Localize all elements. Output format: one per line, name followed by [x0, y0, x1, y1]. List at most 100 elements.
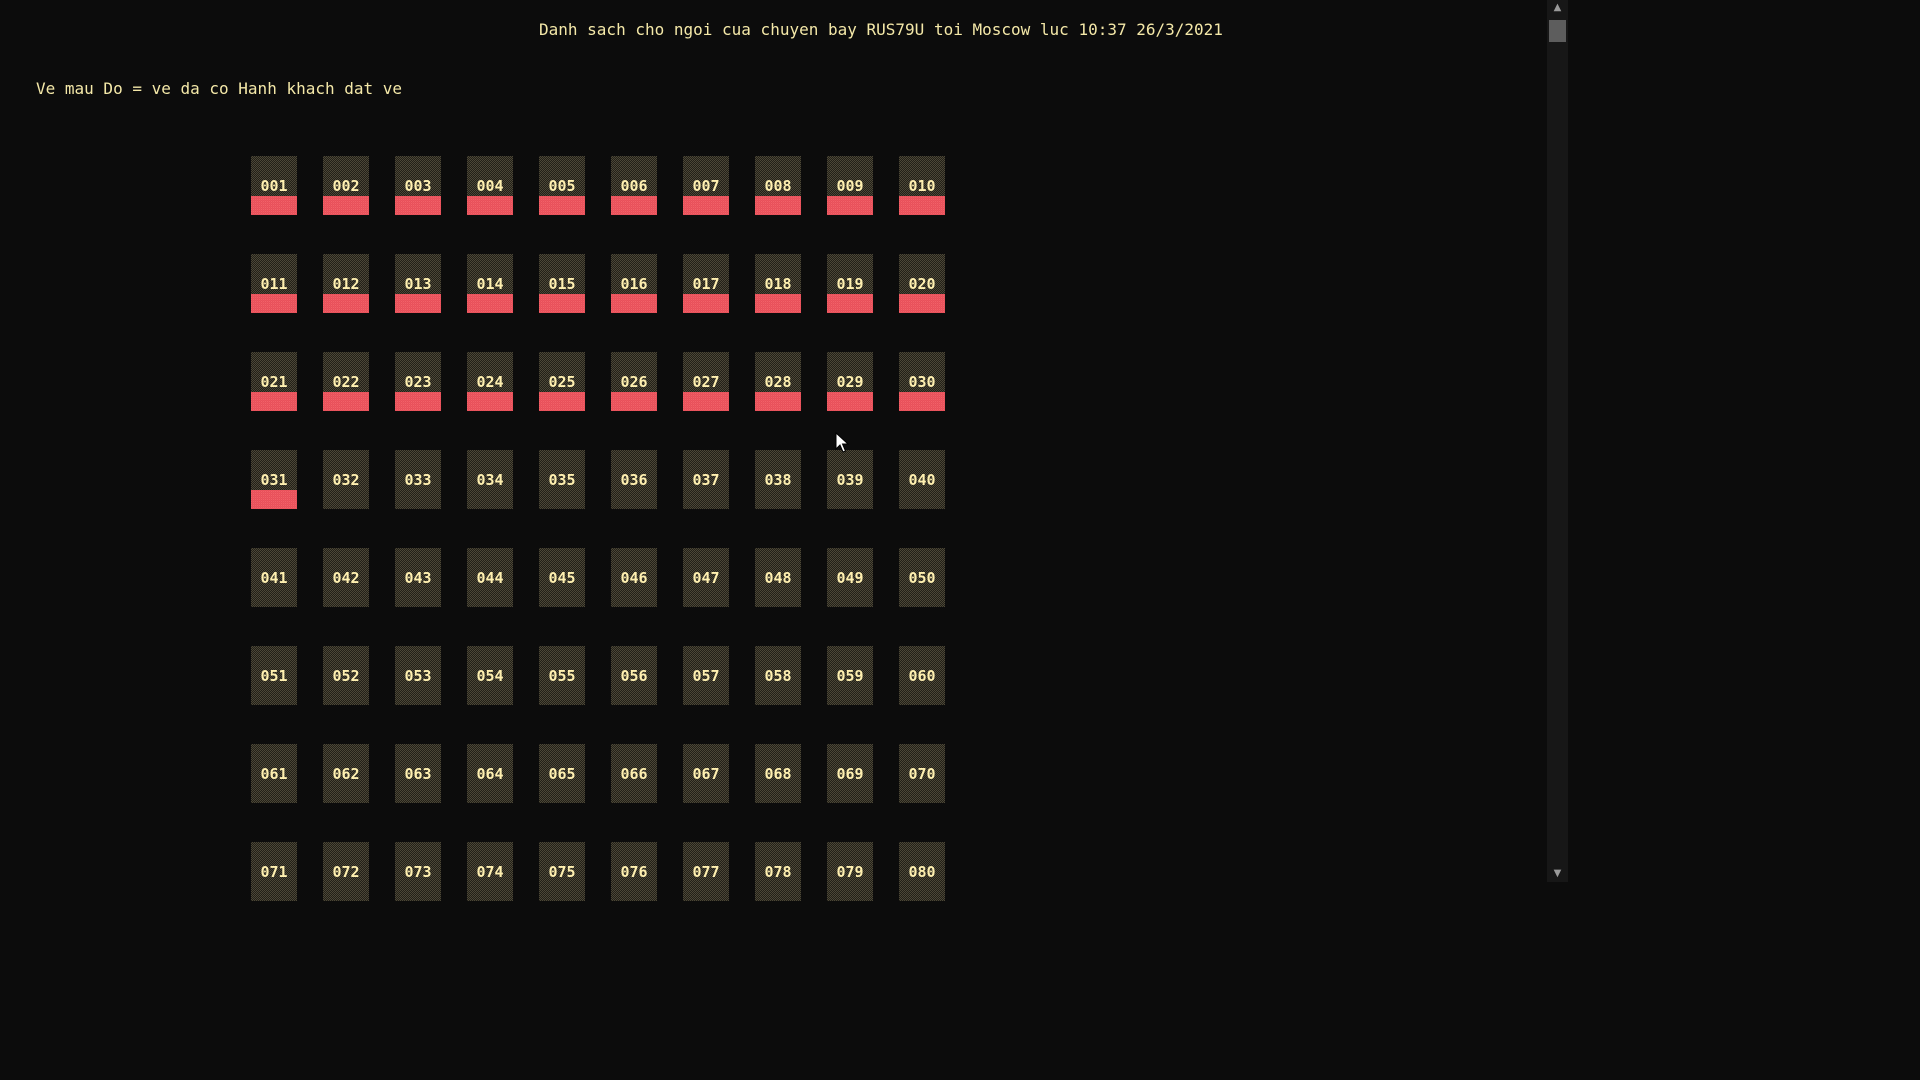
seat-031: 031 [251, 450, 297, 509]
seat-number: 041 [260, 569, 288, 587]
seat-number: 010 [908, 177, 936, 195]
booked-indicator [683, 196, 729, 215]
seat-number: 066 [620, 765, 648, 783]
seat-029: 029 [827, 352, 873, 411]
booked-indicator [899, 294, 945, 313]
seat-number: 055 [548, 667, 576, 685]
seat-018: 018 [755, 254, 801, 313]
seat-019: 019 [827, 254, 873, 313]
seat-035: 035 [539, 450, 585, 509]
seat-080: 080 [899, 842, 945, 901]
seat-032: 032 [323, 450, 369, 509]
seat-071: 071 [251, 842, 297, 901]
seat-number: 001 [260, 177, 288, 195]
seat-number: 030 [908, 373, 936, 391]
seat-014: 014 [467, 254, 513, 313]
seat-number: 057 [692, 667, 720, 685]
booked-indicator [827, 294, 873, 313]
seat-number: 028 [764, 373, 792, 391]
seat-number: 004 [476, 177, 504, 195]
seat-number: 077 [692, 863, 720, 881]
seat-number: 012 [332, 275, 360, 293]
seat-number: 018 [764, 275, 792, 293]
seat-number: 060 [908, 667, 936, 685]
booked-indicator [467, 294, 513, 313]
booked-indicator [827, 196, 873, 215]
seat-033: 033 [395, 450, 441, 509]
seat-number: 013 [404, 275, 432, 293]
booked-indicator [395, 294, 441, 313]
booked-indicator [683, 294, 729, 313]
seat-078: 078 [755, 842, 801, 901]
seat-004: 004 [467, 156, 513, 215]
seat-number: 011 [260, 275, 288, 293]
seat-number: 034 [476, 471, 504, 489]
seat-074: 074 [467, 842, 513, 901]
seat-number: 043 [404, 569, 432, 587]
seat-number: 026 [620, 373, 648, 391]
seat-number: 048 [764, 569, 792, 587]
seat-001: 001 [251, 156, 297, 215]
seat-003: 003 [395, 156, 441, 215]
seat-026: 026 [611, 352, 657, 411]
booked-indicator [755, 294, 801, 313]
booked-indicator [251, 294, 297, 313]
seat-038: 038 [755, 450, 801, 509]
seat-024: 024 [467, 352, 513, 411]
seat-number: 015 [548, 275, 576, 293]
seat-number: 070 [908, 765, 936, 783]
booked-indicator [323, 392, 369, 411]
seat-055: 055 [539, 646, 585, 705]
seat-number: 031 [260, 471, 288, 489]
seat-number: 024 [476, 373, 504, 391]
seat-number: 023 [404, 373, 432, 391]
booked-indicator [395, 392, 441, 411]
seat-027: 027 [683, 352, 729, 411]
scrollbar-thumb[interactable] [1549, 20, 1566, 42]
booked-indicator [251, 392, 297, 411]
seat-044: 044 [467, 548, 513, 607]
booked-indicator [539, 294, 585, 313]
seat-020: 020 [899, 254, 945, 313]
seat-number: 009 [836, 177, 864, 195]
seat-008: 008 [755, 156, 801, 215]
booked-indicator [899, 196, 945, 215]
seat-number: 047 [692, 569, 720, 587]
scroll-up-arrow-icon[interactable]: ▲ [1551, 0, 1564, 16]
seat-048: 048 [755, 548, 801, 607]
seat-number: 044 [476, 569, 504, 587]
seat-045: 045 [539, 548, 585, 607]
seat-009: 009 [827, 156, 873, 215]
seat-number: 069 [836, 765, 864, 783]
seat-number: 025 [548, 373, 576, 391]
booked-indicator [899, 392, 945, 411]
seat-010: 010 [899, 156, 945, 215]
booked-indicator [683, 392, 729, 411]
seat-006: 006 [611, 156, 657, 215]
scroll-down-arrow-icon[interactable]: ▼ [1551, 866, 1564, 882]
vertical-scrollbar[interactable]: ▲ ▼ [1547, 0, 1568, 882]
booked-indicator [611, 294, 657, 313]
booked-indicator [611, 196, 657, 215]
seat-number: 021 [260, 373, 288, 391]
seat-030: 030 [899, 352, 945, 411]
seat-068: 068 [755, 744, 801, 803]
seat-number: 046 [620, 569, 648, 587]
seat-040: 040 [899, 450, 945, 509]
legend-text: Ve mau Do = ve da co Hanh khach dat ve [36, 79, 403, 98]
seat-number: 027 [692, 373, 720, 391]
seat-041: 041 [251, 548, 297, 607]
seat-number: 079 [836, 863, 864, 881]
seat-number: 076 [620, 863, 648, 881]
booked-indicator [755, 196, 801, 215]
seat-069: 069 [827, 744, 873, 803]
seat-number: 040 [908, 471, 936, 489]
seat-number: 053 [404, 667, 432, 685]
seat-number: 062 [332, 765, 360, 783]
seat-021: 021 [251, 352, 297, 411]
seat-number: 064 [476, 765, 504, 783]
seat-057: 057 [683, 646, 729, 705]
seat-022: 022 [323, 352, 369, 411]
seat-028: 028 [755, 352, 801, 411]
seat-076: 076 [611, 842, 657, 901]
